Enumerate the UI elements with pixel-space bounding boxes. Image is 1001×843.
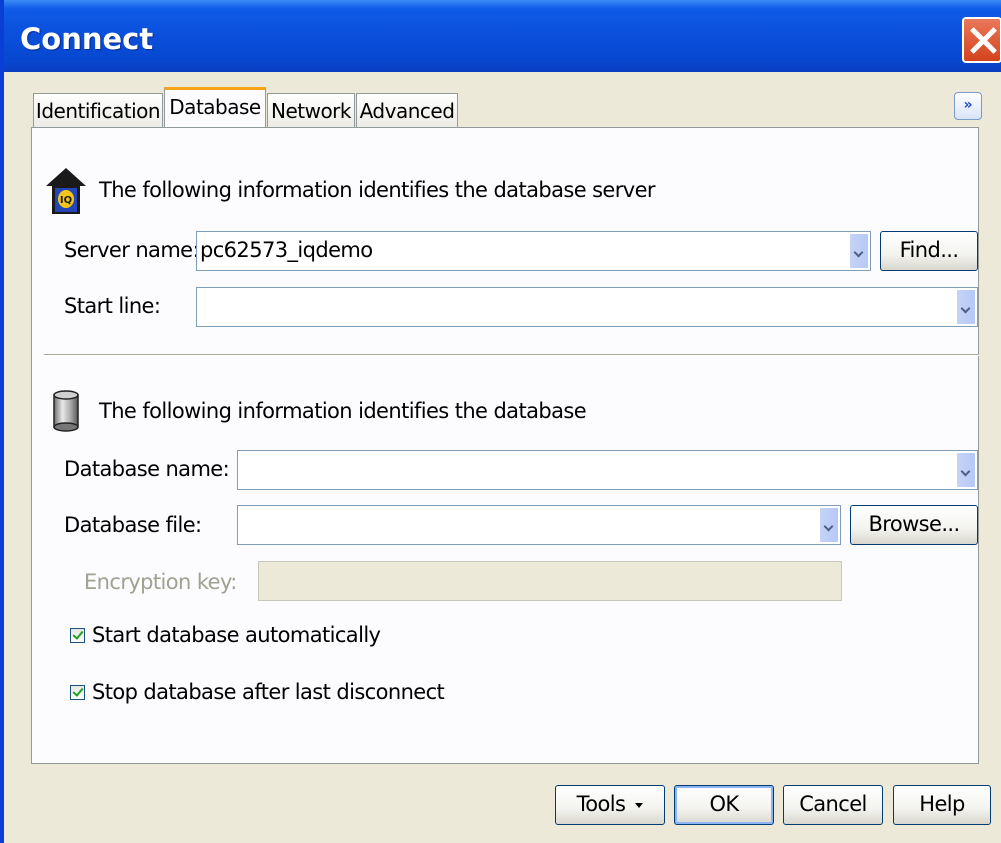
- server-name-value: pc62573_iqdemo: [200, 238, 373, 262]
- stop-database-checkbox[interactable]: [70, 685, 85, 700]
- start-line-label: Start line:: [64, 294, 161, 318]
- tab-network[interactable]: Network: [267, 93, 355, 127]
- tools-button-label: Tools: [576, 792, 626, 816]
- close-button[interactable]: [962, 17, 1001, 63]
- tab-database[interactable]: Database: [164, 87, 266, 127]
- chevron-down-icon[interactable]: [819, 507, 839, 543]
- database-file-combo[interactable]: [237, 505, 841, 545]
- server-section-heading: The following information identifies the…: [99, 178, 656, 202]
- chevron-down-icon[interactable]: [849, 233, 869, 269]
- svg-text:IQ: IQ: [60, 195, 72, 206]
- encryption-key-label: Encryption key:: [84, 570, 237, 594]
- window-title: Connect: [20, 22, 154, 56]
- tab-advanced[interactable]: Advanced: [356, 93, 458, 127]
- iq-server-icon: IQ: [46, 168, 86, 214]
- section-divider: [44, 354, 979, 356]
- stop-database-label[interactable]: Stop database after last disconnect: [92, 680, 445, 704]
- server-name-label: Server name:: [64, 238, 200, 262]
- ok-button[interactable]: OK: [674, 785, 774, 825]
- database-tab-panel: [31, 127, 979, 764]
- database-section-heading: The following information identifies the…: [99, 399, 587, 423]
- title-bar[interactable]: Connect: [4, 0, 1001, 72]
- start-database-checkbox[interactable]: [70, 628, 85, 643]
- start-line-combo[interactable]: [196, 287, 978, 327]
- database-name-combo[interactable]: [237, 450, 978, 490]
- chevron-down-icon[interactable]: [956, 452, 976, 488]
- expand-button[interactable]: »: [954, 92, 982, 120]
- tab-identification[interactable]: Identification: [33, 93, 163, 127]
- chevron-down-icon[interactable]: [956, 289, 976, 325]
- tools-button[interactable]: Tools: [555, 785, 665, 825]
- browse-button[interactable]: Browse...: [850, 505, 978, 545]
- double-chevron-right-icon: »: [963, 97, 973, 113]
- connect-dialog: Connect Identification Database Network …: [0, 0, 1001, 843]
- database-cylinder-icon: [53, 390, 79, 432]
- server-name-combo[interactable]: pc62573_iqdemo: [196, 231, 871, 271]
- help-button[interactable]: Help: [893, 785, 991, 825]
- find-button[interactable]: Find...: [880, 231, 978, 271]
- cancel-button[interactable]: Cancel: [783, 785, 883, 825]
- encryption-key-input: [258, 561, 842, 601]
- database-name-label: Database name:: [64, 457, 230, 481]
- start-database-label[interactable]: Start database automatically: [92, 623, 381, 647]
- database-file-label: Database file:: [64, 513, 202, 537]
- dropdown-arrow-icon: [635, 802, 644, 808]
